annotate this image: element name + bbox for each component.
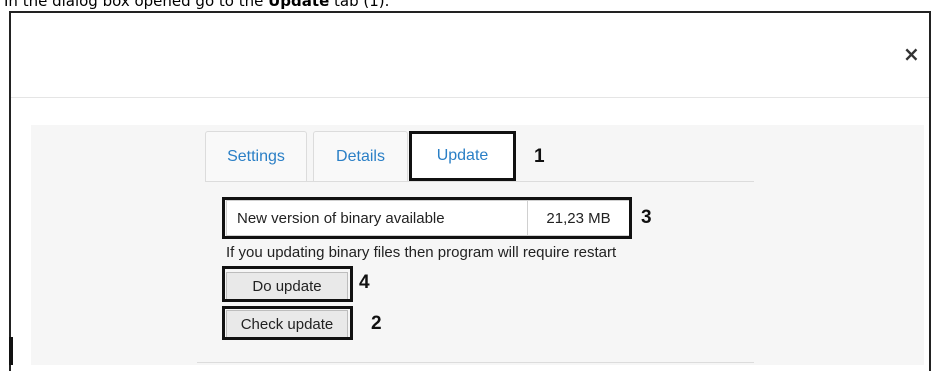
instruction-caption: In the dialog box opened go to the Updat… xyxy=(4,0,389,10)
restart-note: If you updating binary files then progra… xyxy=(226,244,617,261)
caption-prefix: In the dialog box opened go to the xyxy=(4,0,269,10)
tab-update-label: Update xyxy=(436,147,489,164)
close-icon[interactable]: × xyxy=(903,44,920,64)
tab-details[interactable]: Details xyxy=(313,131,408,181)
tab-details-label: Details xyxy=(336,147,385,165)
binary-label: New version of binary available xyxy=(227,201,528,235)
dialog-left-edge-mark xyxy=(9,337,13,365)
content-bottom-divider xyxy=(197,362,754,363)
caption-bold: Update xyxy=(268,0,330,10)
callout-number-2: 2 xyxy=(371,313,382,334)
do-update-button[interactable]: Do update xyxy=(226,272,348,300)
check-update-button[interactable]: Check update xyxy=(226,310,348,338)
callout-number-3: 3 xyxy=(641,207,652,228)
callout-number-1: 1 xyxy=(534,146,545,167)
tab-settings[interactable]: Settings xyxy=(205,131,307,181)
caption-suffix: tab (1). xyxy=(329,0,390,10)
binary-update-row: New version of binary available 21,23 MB xyxy=(226,200,630,236)
tab-settings-label: Settings xyxy=(227,147,285,165)
binary-size: 21,23 MB xyxy=(546,209,611,227)
callout-number-4: 4 xyxy=(359,272,370,293)
tabs-baseline xyxy=(205,181,754,182)
dialog-header-divider xyxy=(11,97,929,98)
tab-update[interactable]: Update xyxy=(410,131,515,181)
